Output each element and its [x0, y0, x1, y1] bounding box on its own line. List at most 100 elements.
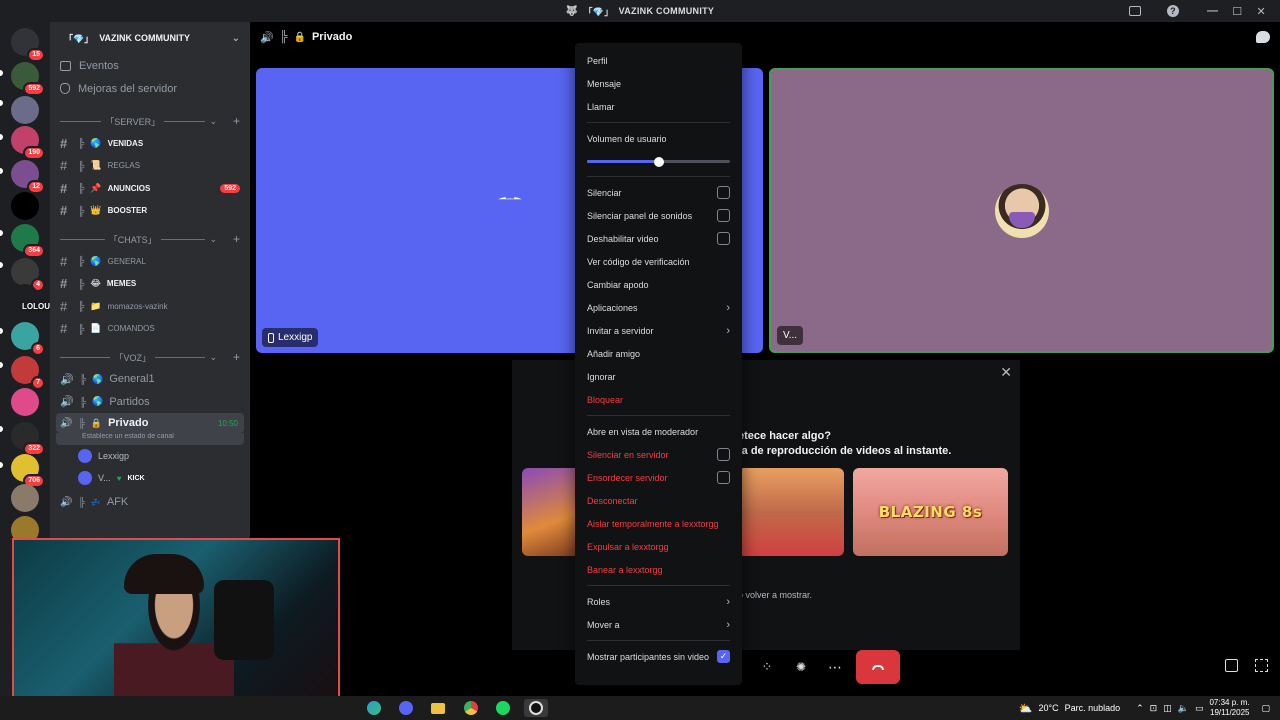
network-icon[interactable]: ◫: [1163, 703, 1172, 714]
taskbar-app-edge[interactable]: [362, 699, 386, 717]
server-header[interactable]: 「💎」 VAZINK COMMUNITY ⌄: [50, 22, 250, 54]
text-channel-general[interactable]: # ╠ 🌎 GENERAL: [50, 250, 250, 273]
server-icon-server-4[interactable]: 12: [11, 160, 45, 194]
menu-item-ensordecer-servidor[interactable]: Ensordecer servidor: [583, 466, 734, 489]
channel-status[interactable]: Establece un estado de canal: [56, 433, 244, 445]
add-channel-icon[interactable]: +: [233, 350, 240, 364]
more-options-button[interactable]: ⋯: [818, 650, 852, 684]
menu-item-ver-c-digo-de-verificaci-n[interactable]: Ver código de verificación: [583, 250, 734, 273]
menu-item-mostrar-participantes-sin-video[interactable]: Mostrar participantes sin video ✓: [583, 645, 734, 668]
chat-bubble-icon[interactable]: [1256, 31, 1270, 43]
voice-user[interactable]: Lexxigp: [50, 445, 250, 467]
server-icon-server-9[interactable]: 6: [11, 322, 45, 356]
close-icon[interactable]: ✕: [1000, 364, 1012, 381]
menu-item-mover-a[interactable]: Mover a ›: [583, 613, 734, 636]
menu-item-aislar-temporalmente-a-lexxtorgg[interactable]: Aislar temporalmente a lexxtorgg: [583, 512, 734, 535]
events-link[interactable]: Eventos: [50, 54, 250, 77]
text-channel-memes[interactable]: # ╠ 😂 MEMES: [50, 273, 250, 296]
server-icon-discord-home[interactable]: 15: [11, 28, 45, 62]
popout-icon[interactable]: [1225, 659, 1238, 672]
maximize-button[interactable]: ☐: [1232, 5, 1242, 18]
voice-channel-partidos[interactable]: 🔊 ╠ 🌎 Partidos: [50, 391, 250, 414]
help-icon[interactable]: ?: [1166, 5, 1179, 17]
server-icon-server-11[interactable]: [11, 388, 39, 416]
tray-icon[interactable]: ⊡: [1150, 703, 1158, 714]
text-channel-comandos[interactable]: # ╠ 📄 COMANDOS: [50, 318, 250, 341]
category-chats[interactable]: 「CHATS」 ⌄ +: [50, 228, 250, 250]
taskbar-app-explorer[interactable]: [426, 699, 450, 717]
close-window-button[interactable]: ✕: [1256, 5, 1266, 18]
soundboard-button[interactable]: ✺: [784, 650, 818, 684]
menu-item-expulsar-a-lexxtorgg[interactable]: Expulsar a lexxtorgg: [583, 535, 734, 558]
slider-knob[interactable]: [653, 157, 664, 167]
taskbar-app-chrome[interactable]: [459, 699, 483, 717]
menu-item-aplicaciones[interactable]: Aplicaciones ›: [583, 296, 734, 319]
voice-user[interactable]: V... ♥ KICK: [50, 467, 250, 489]
battery-icon[interactable]: ▭: [1195, 703, 1204, 714]
server-icon-server-1[interactable]: 592: [11, 62, 45, 96]
checkbox[interactable]: [717, 186, 730, 199]
server-boosts-link[interactable]: Mejoras del servidor: [50, 77, 250, 100]
checkbox[interactable]: [717, 209, 730, 222]
fullscreen-icon[interactable]: [1255, 659, 1268, 672]
menu-item-a-adir-amigo[interactable]: Añadir amigo: [583, 342, 734, 365]
server-icon-server-14[interactable]: [11, 484, 39, 512]
add-channel-icon[interactable]: +: [233, 114, 240, 128]
voice-channel-afk[interactable]: 🔊 ╠ 💤 AFK: [50, 491, 250, 514]
menu-item-perfil[interactable]: Perfil: [583, 49, 734, 72]
menu-item-invitar-a-servidor[interactable]: Invitar a servidor ›: [583, 319, 734, 342]
menu-item-desconectar[interactable]: Desconectar: [583, 489, 734, 512]
text-channel-reglas[interactable]: # ╠ 📜 REGLAS: [50, 155, 250, 178]
inbox-icon[interactable]: [1128, 6, 1141, 16]
server-icon-server-7[interactable]: 4: [11, 258, 45, 292]
menu-item-cambiar-apodo[interactable]: Cambiar apodo: [583, 273, 734, 296]
user-volume-slider[interactable]: [583, 150, 734, 172]
text-channel-booster[interactable]: # ╠ 👑 BOOSTER: [50, 200, 250, 223]
server-icon-server-3[interactable]: 190: [11, 126, 45, 160]
server-icon-server-6[interactable]: 364: [11, 224, 45, 258]
menu-item-silenciar-panel-de-sonidos[interactable]: Silenciar panel de sonidos: [583, 204, 734, 227]
server-icon-server-tiktok[interactable]: [11, 192, 39, 220]
menu-item-banear-a-lexxtorgg[interactable]: Banear a lexxtorgg: [583, 558, 734, 581]
checkbox[interactable]: [717, 448, 730, 461]
disconnect-button[interactable]: [856, 650, 900, 684]
minimize-button[interactable]: —: [1207, 5, 1218, 17]
menu-item-silenciar-en-servidor[interactable]: Silenciar en servidor: [583, 443, 734, 466]
server-icon-server-10[interactable]: 7: [11, 356, 45, 390]
add-channel-icon[interactable]: +: [233, 232, 240, 246]
taskbar-app-spotify[interactable]: [491, 699, 515, 717]
checkbox[interactable]: [717, 471, 730, 484]
category-server[interactable]: 「SERVER」 ⌄ +: [50, 110, 250, 132]
server-icon-server-12[interactable]: 322: [11, 422, 45, 456]
voice-channel-general1[interactable]: 🔊 ╠ 🌎 General1: [50, 368, 250, 391]
game-card-1[interactable]: [522, 468, 582, 556]
window-title-prefix: 「💎」: [583, 6, 614, 17]
game-card-blazing8s[interactable]: BLAZING 8s: [853, 468, 1008, 556]
server-icon-server-squad[interactable]: [11, 96, 39, 124]
menu-item-silenciar[interactable]: Silenciar: [583, 181, 734, 204]
menu-item-ignorar[interactable]: Ignorar: [583, 365, 734, 388]
game-card-2[interactable]: [738, 468, 844, 556]
menu-item-bloquear[interactable]: Bloquear: [583, 388, 734, 411]
taskbar-app-obs[interactable]: [524, 699, 548, 717]
text-channel-momazos-vazink[interactable]: # ╠ 📁 momazos-vazink: [50, 295, 250, 318]
checkbox[interactable]: [717, 232, 730, 245]
category-voz[interactable]: 「VOZ」 ⌄ +: [50, 346, 250, 368]
menu-item-abre-en-vista-de-moderador[interactable]: Abre en vista de moderador: [583, 420, 734, 443]
voice-channel-privado[interactable]: 🔊 ╠ 🔒 Privado 10:50: [56, 413, 244, 433]
menu-item-mensaje[interactable]: Mensaje: [583, 72, 734, 95]
tray-chevron-icon[interactable]: ⌃: [1136, 703, 1144, 714]
menu-item-llamar[interactable]: Llamar: [583, 95, 734, 118]
activity-button[interactable]: ⁘: [750, 650, 784, 684]
video-tile-v[interactable]: V...: [769, 68, 1274, 353]
clock[interactable]: 07:34 p. m. 19/11/2025: [1209, 698, 1249, 718]
volume-icon[interactable]: 🔈: [1178, 703, 1189, 714]
menu-item-roles[interactable]: Roles ›: [583, 590, 734, 613]
checkbox[interactable]: ✓: [717, 650, 730, 663]
menu-item-deshabilitar-video[interactable]: Deshabilitar video: [583, 227, 734, 250]
text-channel-anuncios[interactable]: # ╠ 📌 ANUNCIOS 592: [50, 177, 250, 200]
taskbar-app-discord[interactable]: [394, 699, 418, 717]
server-icon-server-13[interactable]: 706: [11, 454, 45, 488]
notification-icon[interactable]: ▢: [1261, 703, 1270, 714]
text-channel-venidas[interactable]: # ╠ 🌎 VENIDAS: [50, 132, 250, 155]
